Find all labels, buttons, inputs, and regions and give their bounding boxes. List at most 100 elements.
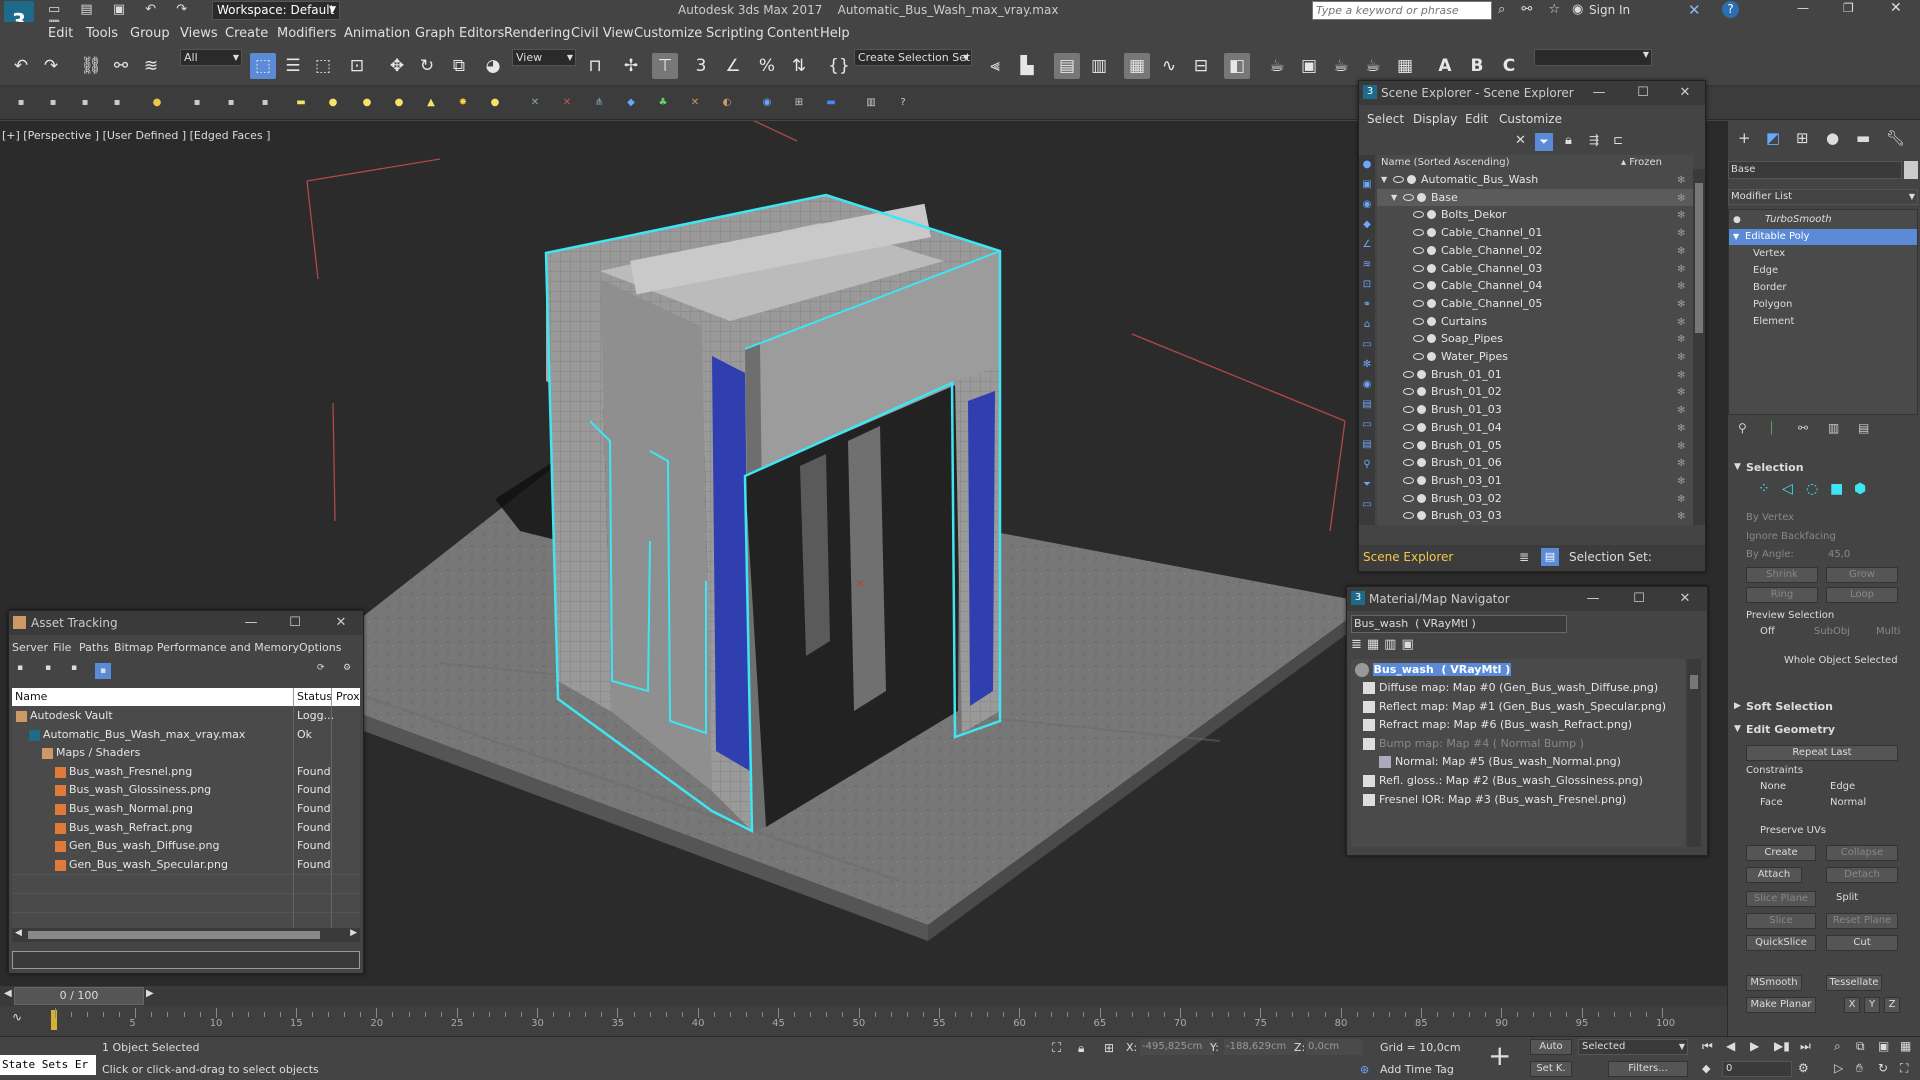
attach-button[interactable]: Attach xyxy=(1746,867,1802,883)
visibility-eye-icon[interactable] xyxy=(1403,370,1414,378)
menu-scripting[interactable]: Scripting xyxy=(706,26,764,41)
make-unique-icon[interactable]: ⚯ xyxy=(1798,421,1808,435)
ribbon-icon-22[interactable]: ◐ xyxy=(718,94,736,112)
maximize-button[interactable]: ☐ xyxy=(1617,587,1661,611)
frozen-icon[interactable]: ✻ xyxy=(1677,402,1685,419)
at-path-field[interactable] xyxy=(12,951,360,969)
se-side-icons[interactable]: ● ▣ ◉ ◆ ∠ ≋ ⊡ ⚭ ⌂ ▭ ✻ ◉ ▤ ▭ ▤ ⚲ ⏷ ▭ xyxy=(1359,155,1375,515)
frozen-icon[interactable]: ✻ xyxy=(1677,331,1685,348)
renderable-icon[interactable] xyxy=(1427,245,1436,255)
at-row[interactable]: Bus_wash_Refract.png Found xyxy=(12,819,360,838)
at-col-proxy[interactable]: Proxy xyxy=(336,688,360,706)
se-menu-customize[interactable]: Customize xyxy=(1499,112,1562,126)
mat-map-row[interactable]: Refl. gloss.: Map #2 (Bus_wash_Glossines… xyxy=(1363,772,1643,791)
visibility-eye-icon[interactable] xyxy=(1413,282,1424,290)
configure-modifier-icon[interactable]: ▤ xyxy=(1858,421,1869,435)
ribbon-icon-04[interactable]: ▪ xyxy=(108,94,126,112)
close-button[interactable]: ✕ xyxy=(1663,81,1707,105)
vertex-mode-icon[interactable]: ⁘ xyxy=(1758,481,1770,497)
ribbon-icon-05[interactable]: ● xyxy=(148,94,166,112)
se-row[interactable]: Brush_01_01 ✻ xyxy=(1377,366,1693,384)
modifier-list-dropdown[interactable]: Modifier List ▼ xyxy=(1728,189,1918,205)
mat-name-field[interactable]: Bus_wash ( VRayMtl ) xyxy=(1351,615,1567,633)
pan-icon[interactable]: ✋︎ xyxy=(1856,1061,1863,1076)
soft-selection-rollout-header[interactable]: Soft Selection xyxy=(1746,700,1833,713)
modifier-stack-item[interactable]: Edge xyxy=(1729,263,1917,279)
remove-modifier-icon[interactable]: ▥ xyxy=(1828,421,1839,435)
orbit-icon[interactable]: ↻ xyxy=(1878,1061,1888,1075)
collapse-button[interactable]: Collapse xyxy=(1826,845,1898,861)
at-menu-bitmap[interactable]: Bitmap Performance and Memory xyxy=(114,641,299,654)
schematic-view-icon[interactable]: ⊟ xyxy=(1188,53,1214,79)
frozen-icon[interactable]: ✻ xyxy=(1677,278,1685,295)
visibility-eye-icon[interactable] xyxy=(1403,476,1414,484)
layers-icon[interactable]: ≣ xyxy=(1519,550,1529,564)
renderable-icon[interactable] xyxy=(1427,210,1436,220)
se-row[interactable]: Cable_Channel_03 ✻ xyxy=(1377,260,1693,278)
create-tab-icon[interactable]: + xyxy=(1738,129,1751,147)
ribbon-icon-23[interactable]: ◉ xyxy=(758,94,776,112)
material-editor-icon[interactable]: ◧ xyxy=(1224,53,1250,79)
visibility-eye-icon[interactable] xyxy=(1403,459,1414,467)
se-menu-display[interactable]: Display xyxy=(1413,112,1457,126)
frozen-icon[interactable]: ✻ xyxy=(1677,384,1685,401)
frozen-icon[interactable]: ✻ xyxy=(1677,420,1685,437)
frozen-icon[interactable]: ✻ xyxy=(1677,190,1685,207)
window-crossing-icon[interactable]: ⊡ xyxy=(344,53,370,79)
zoom-extents-all-icon[interactable]: ▦ xyxy=(1900,1039,1911,1053)
ribbon-toggle-icon[interactable]: ▦ xyxy=(1124,53,1150,79)
z-coord-field[interactable]: 0,0cm xyxy=(1306,1039,1362,1055)
rollout-collapse-icon[interactable]: ▼ xyxy=(1734,462,1741,472)
chevron-left-icon[interactable]: ◀ xyxy=(4,988,12,999)
maximize-button[interactable]: ☐ xyxy=(1621,81,1665,105)
at-row[interactable]: Automatic_Bus_Wash_max_vray.max Ok xyxy=(12,726,360,745)
renderable-icon[interactable] xyxy=(1417,192,1426,202)
scene-explorer-toggle-icon[interactable]: ▤ xyxy=(1054,53,1080,79)
mat-map-row[interactable]: Diffuse map: Map #0 (Gen_Bus_wash_Diffus… xyxy=(1363,679,1658,698)
constraint-edge-radio[interactable]: Edge xyxy=(1830,781,1855,792)
frozen-icon[interactable]: ✻ xyxy=(1677,296,1685,313)
select-manipulate-icon[interactable]: ✢ xyxy=(618,53,644,79)
ribbon-icon-15[interactable]: ● xyxy=(486,94,504,112)
minimize-button[interactable]: — xyxy=(1571,587,1615,611)
previous-frame-icon[interactable]: ◀ xyxy=(1726,1039,1735,1053)
ribbon-icon-17[interactable]: ✕ xyxy=(558,94,576,112)
placement-icon[interactable]: ◕ xyxy=(480,53,506,79)
rollout-expand-icon[interactable]: ▶ xyxy=(1734,701,1741,711)
mat-map-row[interactable]: Refract map: Map #6 (Bus_wash_Refract.pn… xyxy=(1363,716,1632,735)
edge-mode-icon[interactable]: ◁ xyxy=(1782,481,1793,497)
time-tag-icon[interactable]: ⊛ xyxy=(1360,1063,1369,1076)
selection-lock-icon[interactable]: 🔒︎ xyxy=(1078,1041,1084,1056)
hierarchy-icon[interactable]: ⊏ xyxy=(1613,133,1623,147)
selection-filter-dropdown[interactable]: All ▼ xyxy=(180,49,242,66)
select-by-name-icon[interactable]: ☰ xyxy=(280,53,306,79)
bind-spacewarp-icon[interactable]: ≋ xyxy=(138,53,164,79)
exchange-icon[interactable]: ✕ xyxy=(1688,1,1701,19)
at-view-icon-1[interactable]: ▪ xyxy=(17,663,23,673)
ribbon-icon-25[interactable]: ▬ xyxy=(822,94,840,112)
renderable-icon[interactable] xyxy=(1407,175,1416,184)
by-angle-checkbox[interactable]: By Angle: xyxy=(1746,549,1794,560)
ribbon-icon-02[interactable]: ▪ xyxy=(44,94,62,112)
object-color-swatch[interactable] xyxy=(1904,161,1918,179)
scale-icon[interactable]: ⧉ xyxy=(446,53,472,79)
go-to-end-icon[interactable]: ⏭ xyxy=(1800,1039,1811,1054)
tessellate-button[interactable]: Tessellate xyxy=(1826,975,1882,991)
filter-icon[interactable]: ⏷ xyxy=(1535,133,1553,151)
grow-button[interactable]: Grow xyxy=(1826,567,1898,583)
edit-geometry-rollout-header[interactable]: Edit Geometry xyxy=(1746,723,1835,736)
reset-plane-button[interactable]: Reset Plane xyxy=(1826,913,1898,929)
ribbon-icon-26[interactable]: ▥ xyxy=(862,94,880,112)
renderable-icon[interactable] xyxy=(1427,263,1436,273)
redo-icon[interactable]: ↷ xyxy=(38,53,64,79)
renderable-icon[interactable] xyxy=(1417,475,1426,485)
at-hscrollbar[interactable]: ◀ ▶ xyxy=(12,928,360,942)
menu-edit[interactable]: Edit xyxy=(48,26,73,41)
constraint-face-radio[interactable]: Face xyxy=(1760,797,1783,808)
modifier-stack-item[interactable]: Polygon xyxy=(1729,297,1917,313)
ribbon-icon-12[interactable]: ● xyxy=(390,94,408,112)
text-b-icon[interactable]: B xyxy=(1464,53,1490,79)
menu-tools[interactable]: Tools xyxy=(86,26,118,41)
renderable-icon[interactable] xyxy=(1427,281,1436,291)
renderable-icon[interactable] xyxy=(1417,405,1426,415)
